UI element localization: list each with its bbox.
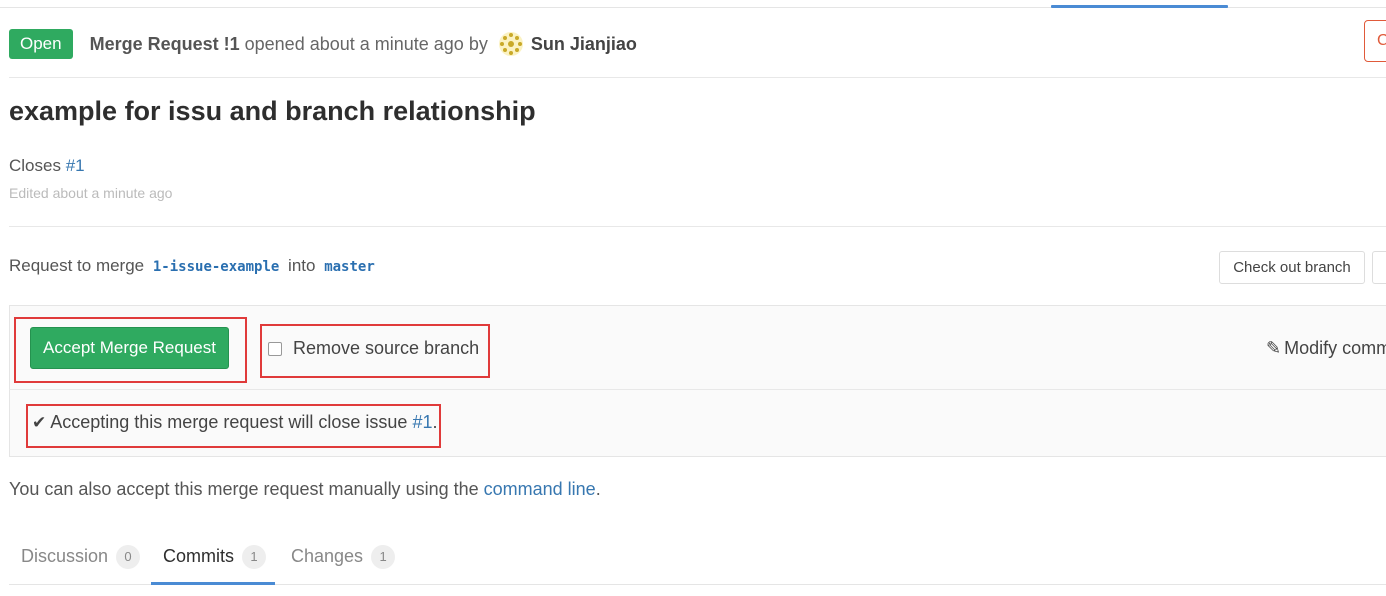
author-name[interactable]: Sun Jianjiao — [531, 34, 637, 55]
mr-description: Closes #1 — [9, 156, 85, 176]
mr-header: Open Merge Request !1 opened about a min… — [9, 28, 637, 60]
remove-source-branch-checkbox[interactable] — [268, 341, 282, 356]
avatar-pattern-icon — [498, 32, 523, 56]
tab-changes-label: Changes — [291, 546, 364, 566]
merge-info: Request to merge 1-issue-example into ma… — [9, 256, 379, 276]
description-divider — [9, 226, 1386, 227]
status-badge: Open — [9, 29, 73, 59]
active-tab-indicator — [151, 582, 275, 585]
manual-prefix: You can also accept this merge request m… — [9, 479, 479, 499]
tab-changes[interactable]: Changes 1 — [291, 528, 396, 585]
edit-icon: ✎ — [1266, 338, 1282, 358]
modify-commit-message-link[interactable]: ✎ Modify comm — [1266, 338, 1386, 359]
header-divider — [9, 77, 1386, 78]
avatar[interactable] — [496, 30, 525, 58]
tab-commits-count: 1 — [242, 544, 266, 569]
manual-merge-text: You can also accept this merge request m… — [9, 479, 601, 500]
page-title: example for issu and branch relationship — [9, 96, 536, 126]
remove-source-branch-label: Remove source branch — [293, 338, 480, 358]
accept-merge-request-button[interactable]: Accept Merge Request — [30, 327, 229, 369]
tab-discussion-count: 0 — [116, 544, 141, 569]
modify-commit-label: Modify comm — [1284, 338, 1386, 358]
close-mr-button[interactable]: C — [1364, 20, 1386, 62]
tab-commits[interactable]: Commits 1 — [163, 528, 266, 585]
manual-suffix: . — [595, 479, 601, 499]
mr-tabs: Discussion 0 Commits 1 Changes 1 — [9, 528, 1386, 585]
opened-text: opened about a minute ago by — [244, 33, 488, 54]
tab-changes-count: 1 — [371, 544, 396, 569]
into-label: into — [288, 256, 316, 275]
checkout-branch-button[interactable]: Check out branch — [1219, 251, 1365, 284]
source-branch[interactable]: 1-issue-example — [153, 259, 279, 275]
close-note-prefix: Accepting this merge request will close … — [50, 412, 408, 432]
tab-discussion-label: Discussion — [21, 546, 109, 566]
mr-reference: Merge Request !1 — [89, 33, 240, 54]
tab-commits-label: Commits — [163, 546, 234, 566]
merge-widget-separator — [9, 389, 1386, 390]
merge-request-prefix: Request to merge — [9, 256, 145, 275]
top-tab-indicator — [1051, 5, 1228, 8]
command-line-link[interactable]: command line — [484, 479, 596, 499]
close-note-suffix: . — [432, 412, 438, 432]
tab-discussion[interactable]: Discussion 0 — [21, 528, 141, 585]
close-note-issue-link[interactable]: #1 — [412, 412, 432, 433]
edited-text: Edited about a minute ago — [9, 185, 173, 201]
target-branch[interactable]: master — [324, 259, 375, 275]
download-dropdown-button[interactable] — [1372, 251, 1386, 284]
closes-label: Closes — [9, 156, 61, 175]
check-icon: ✔ — [32, 412, 47, 432]
close-issue-note: ✔ Accepting this merge request will clos… — [32, 412, 437, 433]
remove-source-branch-option[interactable]: Remove source branch — [268, 338, 479, 359]
closes-issue-link[interactable]: #1 — [66, 156, 85, 175]
